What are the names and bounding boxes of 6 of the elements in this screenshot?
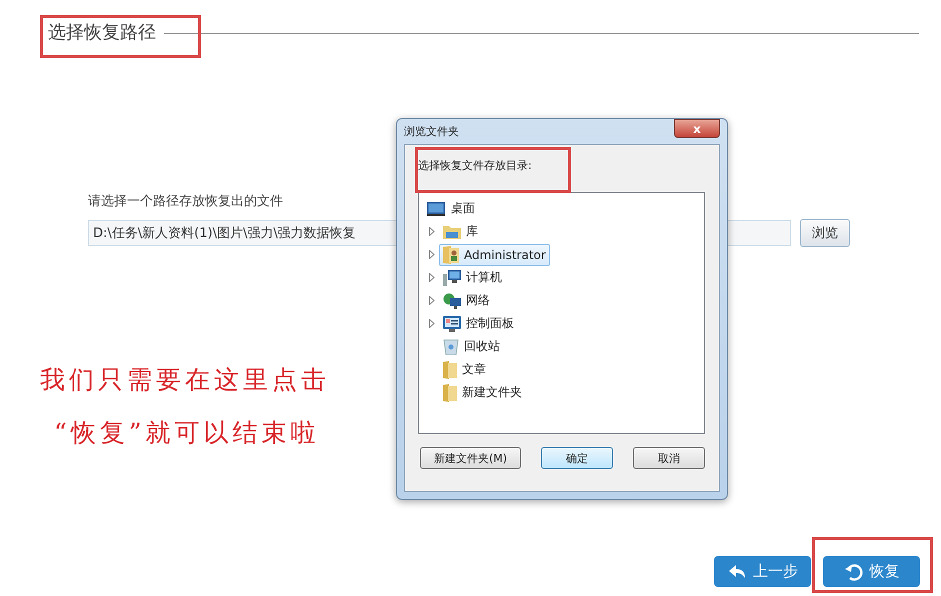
annotation-text: 我们只需要在这里点击 xyxy=(40,364,330,396)
path-label: 请选择一个路径存放恢复出的文件 xyxy=(88,193,283,210)
annotation-text: “恢复”就可以结束啦 xyxy=(53,417,321,449)
dialog-prompt: 选择恢复文件存放目录: xyxy=(418,159,532,172)
dialog-title: 浏览文件夹 xyxy=(404,124,459,139)
section-title: 选择恢复路径 xyxy=(48,21,156,44)
